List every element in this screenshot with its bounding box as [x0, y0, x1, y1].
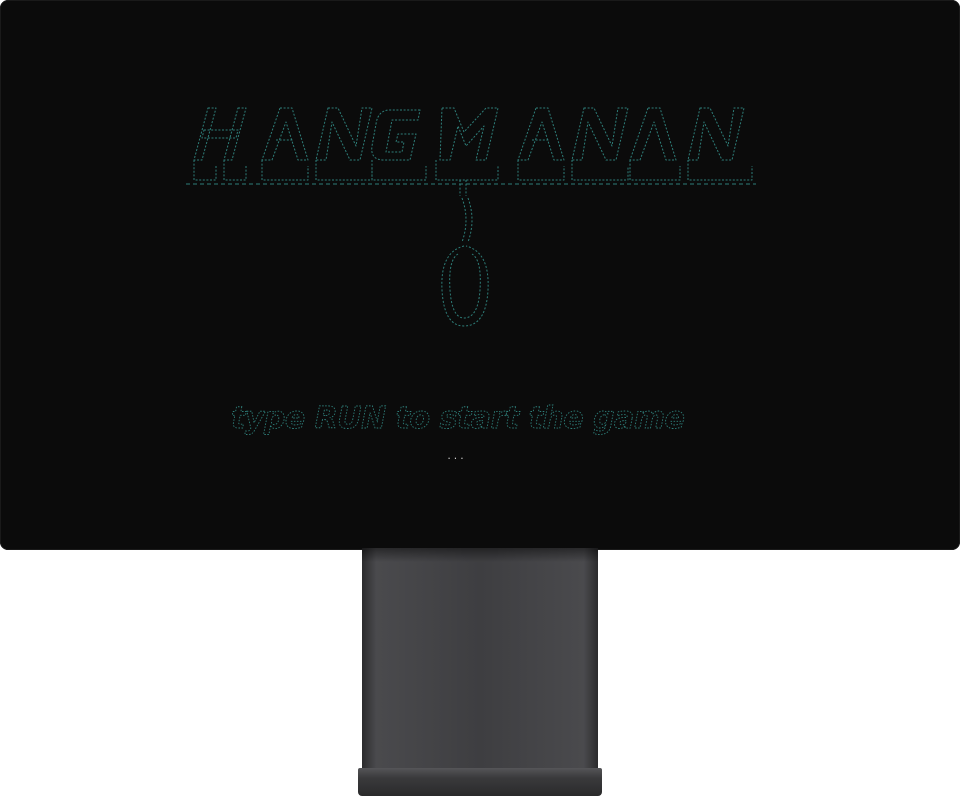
monitor-mockup: type RUN to start the game ...	[0, 0, 960, 798]
noose-ascii-art	[441, 180, 489, 327]
svg-text:type RUN to start the game: type RUN to start the game	[231, 401, 685, 436]
title-ascii-art	[186, 107, 756, 185]
monitor-stand-neck	[362, 548, 598, 770]
monitor-stand-shadow	[362, 548, 598, 562]
monitor-screen: type RUN to start the game ...	[0, 0, 960, 550]
start-prompt: type RUN to start the game	[231, 401, 686, 437]
monitor-stand-foot	[358, 768, 602, 796]
input-cursor[interactable]: ...	[446, 452, 466, 462]
